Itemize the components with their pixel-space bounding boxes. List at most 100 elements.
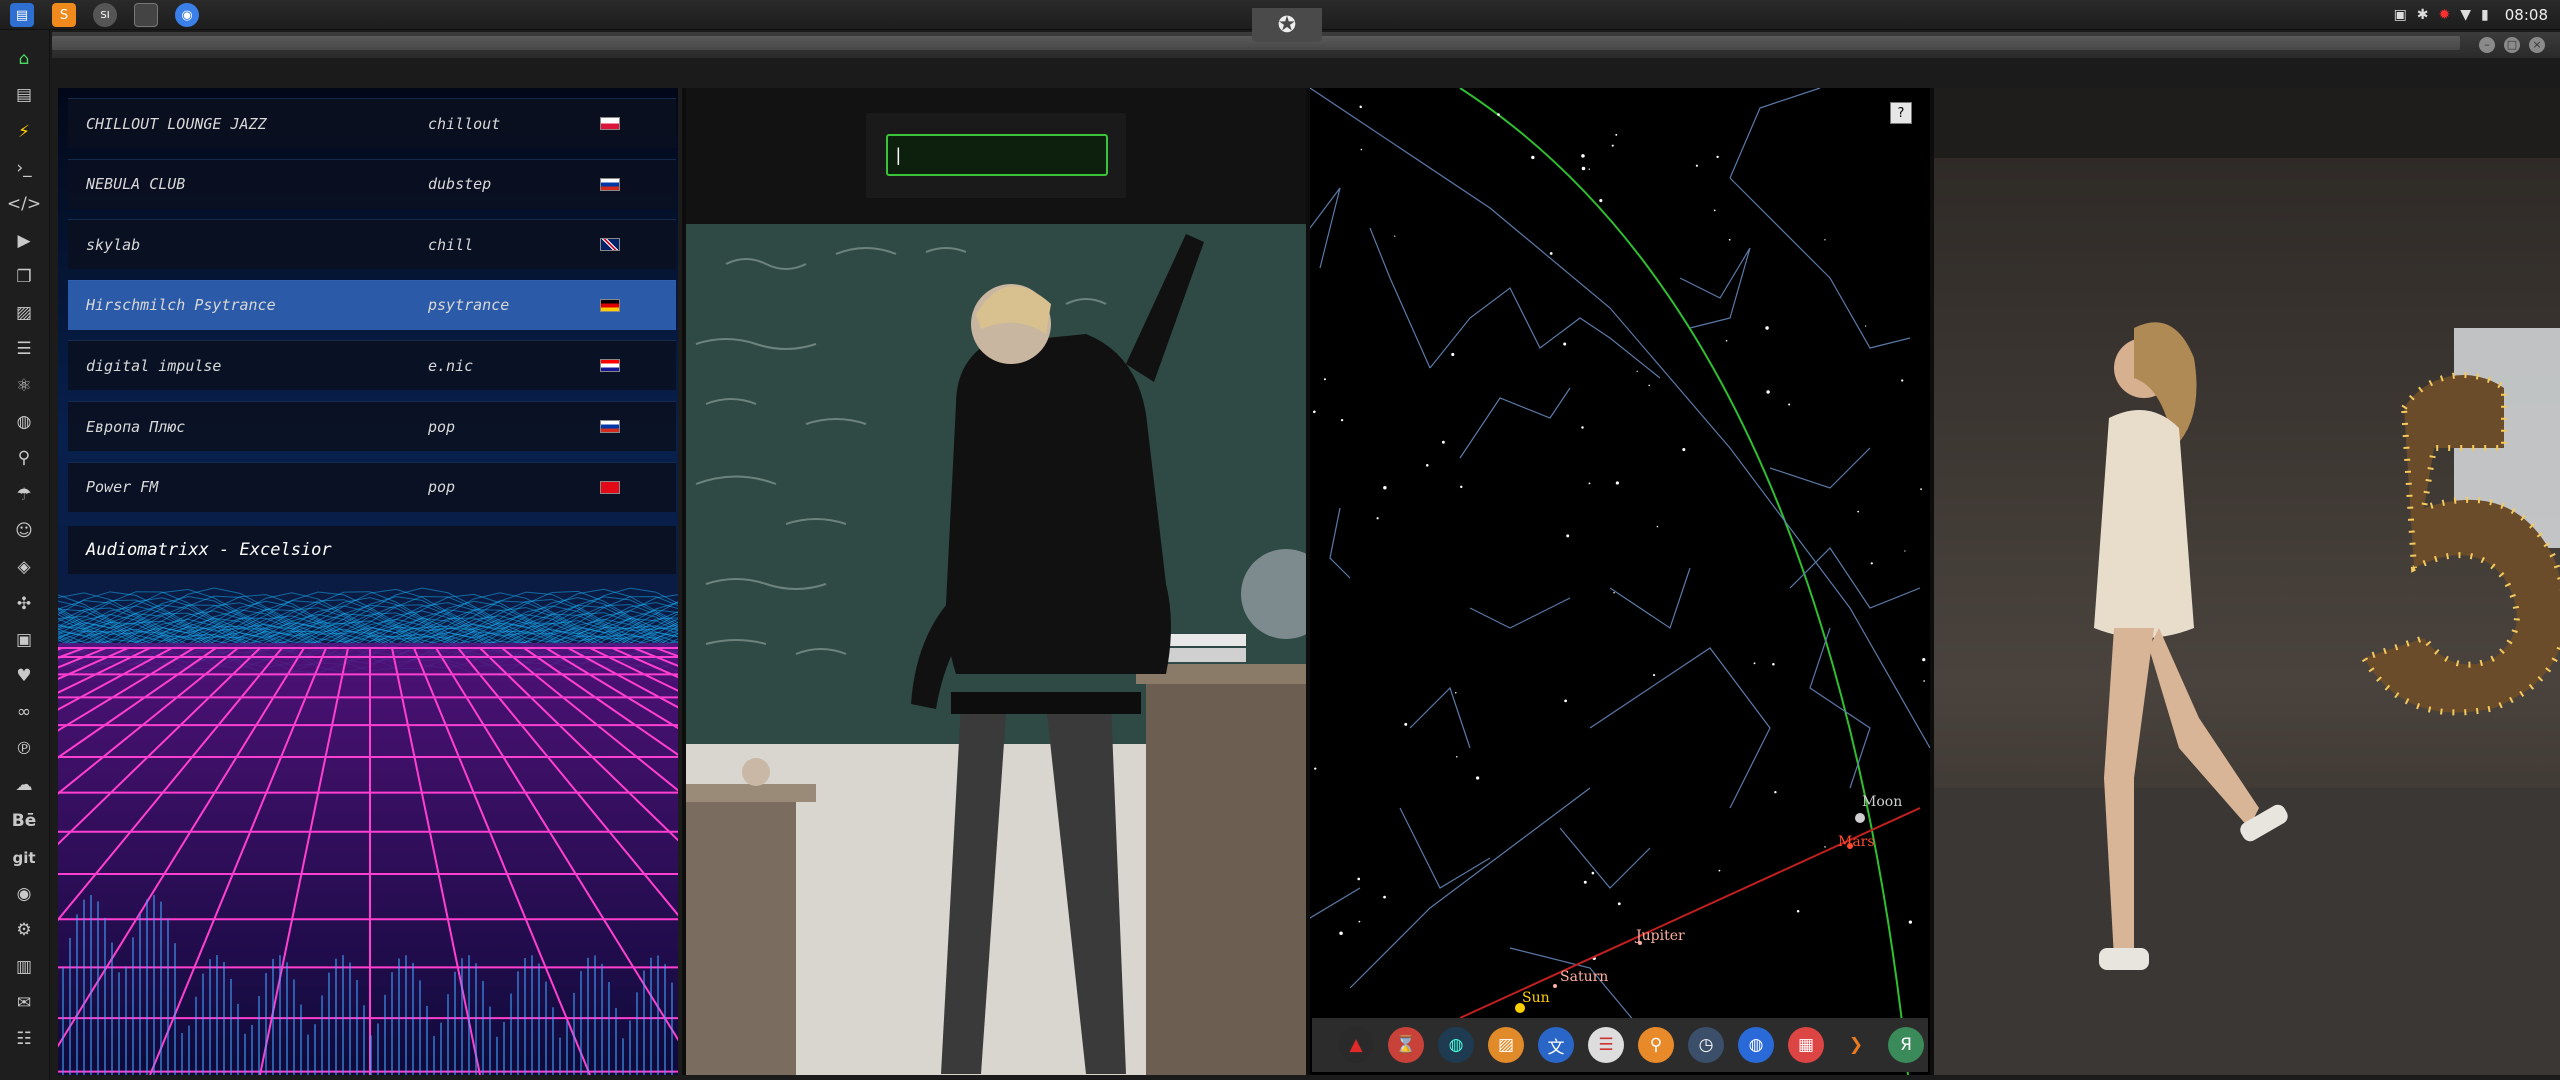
station-row[interactable]: NEBULA CLUB dubstep: [68, 158, 676, 209]
rebel-logo-icon: ✪: [1252, 8, 1322, 42]
contacts-icon[interactable]: ☺: [9, 516, 39, 546]
behance-icon[interactable]: Bē: [9, 806, 39, 836]
bolt-icon[interactable]: ⚡: [9, 117, 39, 147]
news-icon[interactable]: ☰: [9, 334, 39, 364]
terminal-app-icon[interactable]: [134, 3, 158, 27]
react-icon[interactable]: ⚛: [9, 371, 39, 401]
infinity-icon[interactable]: ∞: [9, 697, 39, 727]
sublime-icon[interactable]: S: [52, 3, 76, 27]
clock-icon[interactable]: ◷: [1688, 1027, 1724, 1063]
document-icon[interactable]: ▤: [9, 80, 39, 110]
search-icon[interactable]: ⚲: [9, 443, 39, 473]
minimize-button[interactable]: –: [2479, 37, 2495, 53]
battery-icon[interactable]: ▮: [2481, 7, 2489, 23]
heart-icon[interactable]: ♥: [9, 661, 39, 691]
pinterest-icon[interactable]: ℗: [9, 734, 39, 764]
mail-icon[interactable]: ✉: [9, 988, 39, 1018]
fashion-photo-panel: [1934, 88, 2560, 1075]
moon-label: Moon: [1862, 794, 1902, 810]
sun-label: Sun: [1522, 990, 1550, 1006]
station-genre: chill: [428, 235, 474, 254]
tags-icon[interactable]: ◈: [9, 552, 39, 582]
cloud-icon[interactable]: ☁: [9, 770, 39, 800]
si-app-icon[interactable]: SI: [93, 3, 117, 27]
help-button[interactable]: ?: [1890, 102, 1912, 124]
server-icon[interactable]: ☷: [9, 1024, 39, 1054]
station-row[interactable]: Европа Плюс pop: [68, 401, 676, 451]
search-input[interactable]: [886, 134, 1108, 176]
github-icon[interactable]: ◉: [9, 879, 39, 909]
station-row[interactable]: Hirschmilch Psytrance psytrance: [68, 279, 676, 330]
flag-icon: [600, 359, 620, 373]
home-icon[interactable]: ⌂: [9, 44, 39, 74]
maximize-button[interactable]: □: [2504, 37, 2520, 53]
station-row[interactable]: skylab chill: [68, 219, 676, 270]
git-icon[interactable]: git: [9, 843, 39, 873]
close-button[interactable]: ×: [2529, 37, 2545, 53]
clock[interactable]: 08:08: [2505, 6, 2548, 24]
panel-app-dock: ▲ ⌛ ◍ ▨ 文 ☰ ⚲ ◷ ◍ ▦ ❯ Я: [1312, 1018, 1928, 1072]
station-name: Европа Плюс: [86, 417, 186, 436]
station-genre: e.nic: [428, 356, 474, 375]
flag-icon: [600, 480, 620, 494]
screenshot-icon[interactable]: ▣: [2394, 7, 2407, 23]
globe-dark-icon[interactable]: ◍: [1438, 1027, 1474, 1063]
radio-panel: CHILLOUT LOUNGE JAZZ chillout NEBULA CLUB d…: [58, 88, 682, 1075]
play-icon[interactable]: ▶: [9, 226, 39, 256]
calendar-icon[interactable]: ▦: [1788, 1027, 1824, 1063]
jupiter-label: Jupiter: [1634, 928, 1685, 944]
image-icon[interactable]: ▨: [9, 298, 39, 328]
station-genre: psytrance: [428, 296, 510, 315]
station-name: Hirschmilch Psytrance: [86, 296, 276, 315]
files-copy-icon[interactable]: ❐: [9, 262, 39, 292]
photos-icon[interactable]: ▨: [1488, 1027, 1524, 1063]
flag-icon: [600, 420, 620, 433]
now-playing-label: Audiomatrixx - Excelsior: [68, 526, 676, 574]
saturn-label: Saturn: [1560, 969, 1608, 985]
si-app-label: SI: [100, 9, 110, 21]
wifi-icon[interactable]: ▼: [2460, 7, 2471, 23]
station-name: Power FM: [86, 478, 159, 497]
globe-icon[interactable]: ◍: [9, 407, 39, 437]
station-genre: pop: [428, 417, 456, 436]
flag-icon: [600, 177, 620, 191]
yandex-icon[interactable]: Я: [1888, 1027, 1924, 1063]
files-icon[interactable]: ▤: [10, 3, 34, 27]
hourglass-icon[interactable]: ⌛: [1388, 1027, 1424, 1063]
station-genre: dubstep: [428, 175, 492, 194]
terminal-icon[interactable]: ›_: [9, 153, 39, 183]
bug-icon[interactable]: ✹: [2439, 7, 2451, 23]
flag-icon: [600, 298, 620, 312]
station-name: digital impulse: [86, 356, 222, 375]
translate-icon[interactable]: 文: [1538, 1027, 1574, 1063]
map-icon[interactable]: ▥: [9, 952, 39, 982]
station-row[interactable]: Power FM pop: [68, 461, 676, 512]
youtube-icon[interactable]: ▣: [9, 625, 39, 655]
star-map-panel: Moon Mars Jupiter Saturn Sun ? ▲ ⌛ ◍ ▨ 文 ☰ ⚲ ◷ ◍…: [1310, 88, 1930, 1075]
search-orange-icon[interactable]: ⚲: [1638, 1027, 1674, 1063]
bikes-icon[interactable]: ⚙: [9, 915, 39, 945]
left-dock: ⌂ ▤ ⚡ ›_ </> ▶ ❐ ▨ ☰ ⚛ ◍ ⚲ ☂ ☺ ◈ ✣ ▣ ♥ ∞ ℗ ☁ Bē git ◉ ⚙ ▥ ✉ ☷: [0, 30, 50, 1080]
system-tray: ▣ ✱ ✹ ▼ ▮ 08:08: [2394, 0, 2560, 30]
classroom-photo: [686, 224, 1306, 1075]
station-name: CHILLOUT LOUNGE JAZZ: [86, 114, 267, 133]
triangle-app-icon[interactable]: ▲: [1338, 1027, 1374, 1063]
classroom-panel: [686, 88, 1306, 1075]
station-name: NEBULA CLUB: [86, 175, 186, 194]
search-box-container: [866, 113, 1126, 198]
code-icon[interactable]: </>: [7, 189, 41, 219]
station-genre: pop: [428, 478, 456, 497]
arrow-icon[interactable]: ❯: [1838, 1027, 1874, 1063]
station-genre: chillout: [428, 114, 501, 133]
star-map: Moon Mars Jupiter Saturn Sun: [1310, 88, 1930, 1075]
chrome-icon[interactable]: ◉: [175, 3, 199, 27]
network-icon[interactable]: ✣: [9, 589, 39, 619]
station-row[interactable]: CHILLOUT LOUNGE JAZZ chillout: [68, 98, 676, 148]
umbrella-icon[interactable]: ☂: [9, 480, 39, 510]
bluetooth-icon[interactable]: ✱: [2417, 7, 2429, 23]
fashion-photo: [1934, 88, 2560, 1075]
mars-label: Mars: [1838, 834, 1875, 850]
calendar-list-icon[interactable]: ☰: [1588, 1027, 1624, 1063]
earth-icon[interactable]: ◍: [1738, 1027, 1774, 1063]
station-row[interactable]: digital impulse e.nic: [68, 340, 676, 391]
